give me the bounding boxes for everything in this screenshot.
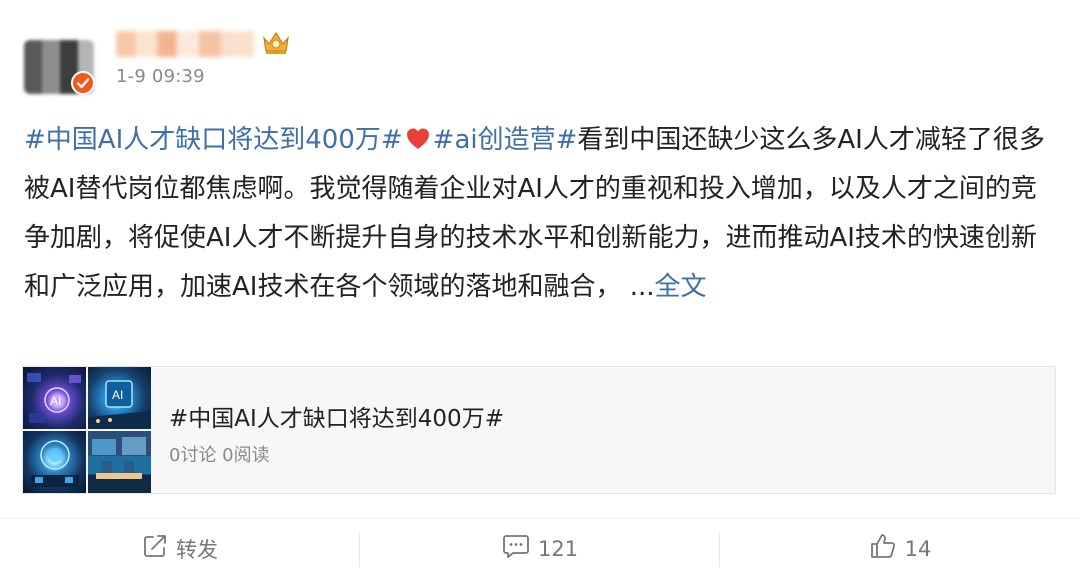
post-timestamp: 1-9 09:39	[116, 66, 205, 87]
verified-badge-icon	[71, 71, 95, 95]
post-text: #中国AI人才缺口将达到400万# #ai创造营#看到中国还缺少这么多AI人才减轻…	[24, 116, 1060, 312]
hashtag-ai-camp[interactable]: #ai创造营#	[433, 125, 578, 155]
comment-button[interactable]: 121	[360, 519, 720, 578]
crown-badge-icon	[260, 29, 292, 57]
thumbnail-image-2: AI	[88, 367, 151, 429]
heart-icon	[405, 120, 431, 149]
repost-icon	[142, 533, 176, 564]
like-button[interactable]: 14	[720, 519, 1080, 578]
thumbnail-image-3	[23, 431, 86, 493]
card-title: #中国AI人才缺口将达到400万#	[169, 406, 504, 432]
comment-icon	[502, 533, 538, 564]
repost-button[interactable]: 转发	[0, 519, 360, 578]
username[interactable]	[116, 31, 254, 57]
repost-label: 转发	[176, 537, 218, 562]
action-bar: 转发 121 14	[0, 518, 1080, 578]
thumbs-up-icon	[869, 532, 905, 565]
topic-thumbnail: AI AI	[23, 367, 151, 493]
topic-card[interactable]: AI AI #中国AI人才缺口将达到400万# 0讨论 0阅读	[22, 366, 1056, 494]
comment-count: 121	[537, 536, 579, 561]
card-stats: 0讨论 0阅读	[169, 445, 270, 466]
svg-text:AI: AI	[50, 394, 61, 408]
hashtag-talent-gap[interactable]: #中国AI人才缺口将达到400万#	[24, 125, 403, 155]
weibo-post: 1-9 09:39 #中国AI人才缺口将达到400万# #ai创造营#看到中国还缺…	[0, 0, 1080, 577]
full-text-link[interactable]: 全文	[655, 272, 707, 302]
thumbnail-image-1: AI	[23, 367, 86, 429]
thumbnail-image-4	[88, 431, 151, 493]
like-count: 14	[904, 536, 932, 561]
svg-text:AI: AI	[112, 388, 123, 402]
